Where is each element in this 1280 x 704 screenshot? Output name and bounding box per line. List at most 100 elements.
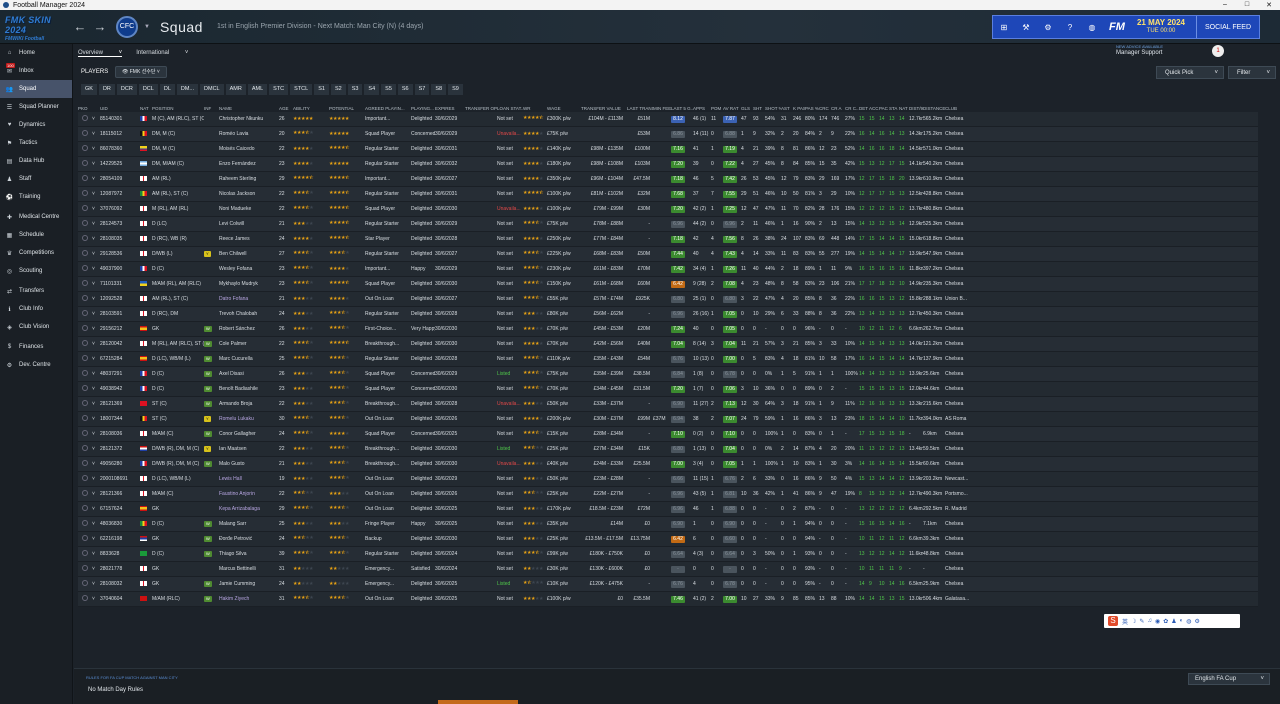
club-cell[interactable]: Chelsea — [945, 341, 981, 347]
pko-checkbox[interactable] — [78, 445, 92, 453]
player-name-link[interactable]: Hakim Ziyech — [219, 596, 279, 602]
ime-toolbar[interactable]: S 英 ☽ ✎ ♫ ◉ ✿ ♟ ◐ ◍ ⚙ — [1104, 614, 1240, 628]
row-expand-icon[interactable]: ˅ — [92, 356, 100, 362]
column-header[interactable]: ACC — [869, 106, 879, 111]
pko-checkbox[interactable] — [78, 535, 92, 543]
row-expand-icon[interactable]: ˅ — [92, 371, 100, 377]
pko-checkbox[interactable] — [78, 415, 92, 423]
row-expand-icon[interactable]: ˅ — [92, 311, 100, 317]
row-expand-icon[interactable]: ˅ — [92, 296, 100, 302]
player-name-link[interactable]: Marcus Bettinelli — [219, 566, 279, 572]
arrow-right-icon[interactable]: → — [90, 19, 110, 34]
row-expand-icon[interactable]: ˅ — [92, 536, 100, 542]
column-header[interactable]: ABILITY — [293, 106, 329, 111]
inbox-icon[interactable]: ⊞ — [993, 23, 1015, 32]
column-header[interactable]: NAT — [140, 106, 152, 111]
pko-checkbox[interactable] — [78, 325, 92, 333]
sidebar-item-inbox[interactable]: ✉ Inbox 100 — [0, 62, 72, 80]
pko-checkbox[interactable] — [78, 235, 92, 243]
column-header[interactable]: CR C... — [845, 106, 859, 111]
column-header[interactable]: CLUB — [945, 106, 981, 111]
column-header[interactable]: LOAN STAT... — [497, 106, 523, 111]
club-cell[interactable]: Chelsea — [945, 431, 981, 437]
player-name-link[interactable]: Marc Cucurella — [219, 356, 279, 362]
club-cell[interactable]: Chelsea — [945, 131, 981, 137]
column-header[interactable]: PKO — [78, 106, 92, 111]
table-row[interactable]: ˅ 67157624 GK Kepa Arrizabalaga 29 ★★★⯪★ ★★★⯪★… — [78, 502, 1258, 517]
club-cell[interactable]: Chelsea — [945, 221, 981, 227]
pko-checkbox[interactable] — [78, 460, 92, 468]
club-cell[interactable]: Portsmo... — [945, 491, 981, 497]
table-row[interactable]: ˅ 48036830 D (C) W Malang Sarr 25 ★★★★★ ★★★★★ Fr… — [78, 517, 1258, 532]
club-cell[interactable]: Chelsea — [945, 236, 981, 242]
column-header[interactable]: EXPIRES — [435, 106, 465, 111]
pko-checkbox[interactable] — [78, 145, 92, 153]
position-filter-button[interactable]: AMR — [225, 84, 246, 95]
row-expand-icon[interactable]: ˅ — [92, 416, 100, 422]
pko-checkbox[interactable] — [78, 205, 92, 213]
sidebar-item-dev-centre[interactable]: ⚙ Dev. Centre — [0, 356, 72, 374]
ime-tool-icon[interactable]: ☽ — [1131, 618, 1136, 625]
table-row[interactable]: ˅ 12092528 AM (RL), ST (C) Datro Fofana 21 ★★… — [78, 292, 1258, 307]
table-row[interactable]: ˅ 28121366 M/AM (C) Faustino Anjorin 22 ★★⯪★★… — [78, 487, 1258, 502]
player-name-link[interactable]: Ben Chilwell — [219, 251, 279, 257]
column-header[interactable]: LAST TRANS... — [627, 106, 653, 111]
club-cell[interactable]: Chelsea — [945, 566, 981, 572]
row-expand-icon[interactable]: ˅ — [92, 251, 100, 257]
club-cell[interactable]: Chelsea — [945, 371, 981, 377]
ime-tool-icon[interactable]: ◐ — [1180, 618, 1184, 624]
table-row[interactable]: ˅ 8833628 D (C) W Thiago Silva 39 ★★★⯪★ ★★★⯪★ Re… — [78, 547, 1258, 562]
sidebar-item-dynamics[interactable]: ♥ Dynamics — [0, 116, 72, 134]
pko-checkbox[interactable] — [78, 505, 92, 513]
table-row[interactable]: ˅ 28021778 GK Marcus Bettinelli 31 ★★★★★ ★★★★★… — [78, 562, 1258, 577]
sidebar-item-scouting[interactable]: ◎ Scouting — [0, 262, 72, 280]
club-cell[interactable]: Chelsea — [945, 461, 981, 467]
column-header[interactable]: SHT — [753, 106, 765, 111]
sidebar-item-home[interactable]: ⌂ Home — [0, 44, 72, 62]
club-cell[interactable]: Chelsea — [945, 161, 981, 167]
row-expand-icon[interactable]: ˅ — [92, 431, 100, 437]
table-row[interactable]: ˅ 49038942 D (C) W Benoît Badiashile 23 ★★★★★ ★… — [78, 382, 1258, 397]
column-header[interactable]: DIST/90 — [909, 106, 923, 111]
column-header[interactable]: NAME — [219, 106, 279, 111]
table-row[interactable]: ˅ 29128536 D/WB (L) Y Ben Chilwell 27 ★★★⯪★ ★★★… — [78, 247, 1258, 262]
sidebar-item-schedule[interactable]: ▦ Schedule — [0, 226, 72, 244]
player-name-link[interactable]: Enzo Fernández — [219, 161, 279, 167]
club-cell[interactable]: Chelsea — [945, 401, 981, 407]
club-cell[interactable]: Chelsea — [945, 446, 981, 452]
gear-icon[interactable]: ⚙ — [1037, 23, 1059, 32]
table-row[interactable]: ˅ 28124573 D (LC) Levi Colwill 21 ★★★★★ ★★★★⯪ R… — [78, 217, 1258, 232]
sidebar-item-tactics[interactable]: ⚑ Tactics — [0, 134, 72, 152]
club-cell[interactable]: Chelsea — [945, 581, 981, 587]
club-cell[interactable]: Chelsea — [945, 116, 981, 122]
sidebar-item-club-info[interactable]: ℹ Club Info — [0, 300, 72, 318]
column-header[interactable]: STA — [889, 106, 899, 111]
table-row[interactable]: ˅ 37040604 M/AM (RLC) W Hakim Ziyech 31 ★★★⯪★ ★… — [78, 592, 1258, 607]
player-name-link[interactable]: Roméo Lavia — [219, 131, 279, 137]
column-header[interactable]: POM — [711, 106, 723, 111]
pko-checkbox[interactable] — [78, 190, 92, 198]
club-cell[interactable]: Chelsea — [945, 551, 981, 557]
column-header[interactable]: CR A — [831, 106, 845, 111]
pko-checkbox[interactable] — [78, 550, 92, 558]
row-expand-icon[interactable]: ˅ — [92, 596, 100, 602]
competition-select[interactable]: English FA Cup ˅ — [1188, 673, 1270, 685]
table-row[interactable]: ˅ 62216198 GK W Đorđe Petrović 24 ★★⯪★★ ★★★⯪★ Ba… — [78, 532, 1258, 547]
row-expand-icon[interactable]: ˅ — [92, 506, 100, 512]
position-filter-button[interactable]: DCR — [116, 84, 137, 95]
sidebar-item-staff[interactable]: ♟ Staff — [0, 170, 72, 188]
column-header[interactable]: UID — [100, 106, 140, 111]
club-cell[interactable]: Chelsea — [945, 206, 981, 212]
game-date[interactable]: 21 MAY 2024 TUE 00:00 — [1131, 19, 1191, 35]
ime-tool-icon[interactable]: ✎ — [1139, 618, 1144, 625]
pko-checkbox[interactable] — [78, 265, 92, 273]
row-expand-icon[interactable]: ˅ — [92, 476, 100, 482]
player-name-link[interactable]: Datro Fofana — [219, 296, 279, 302]
table-row[interactable]: ˅ 28121372 D/WB (R), DM, M (C) Y Ian Maatsen… — [78, 442, 1258, 457]
player-name-link[interactable]: Thiago Silva — [219, 551, 279, 557]
row-expand-icon[interactable]: ˅ — [92, 461, 100, 467]
player-name-link[interactable]: Malang Sarr — [219, 521, 279, 527]
sidebar-item-data-hub[interactable]: ▤ Data Hub — [0, 152, 72, 170]
pko-checkbox[interactable] — [78, 580, 92, 588]
position-filter-button[interactable]: S5 — [381, 84, 396, 95]
